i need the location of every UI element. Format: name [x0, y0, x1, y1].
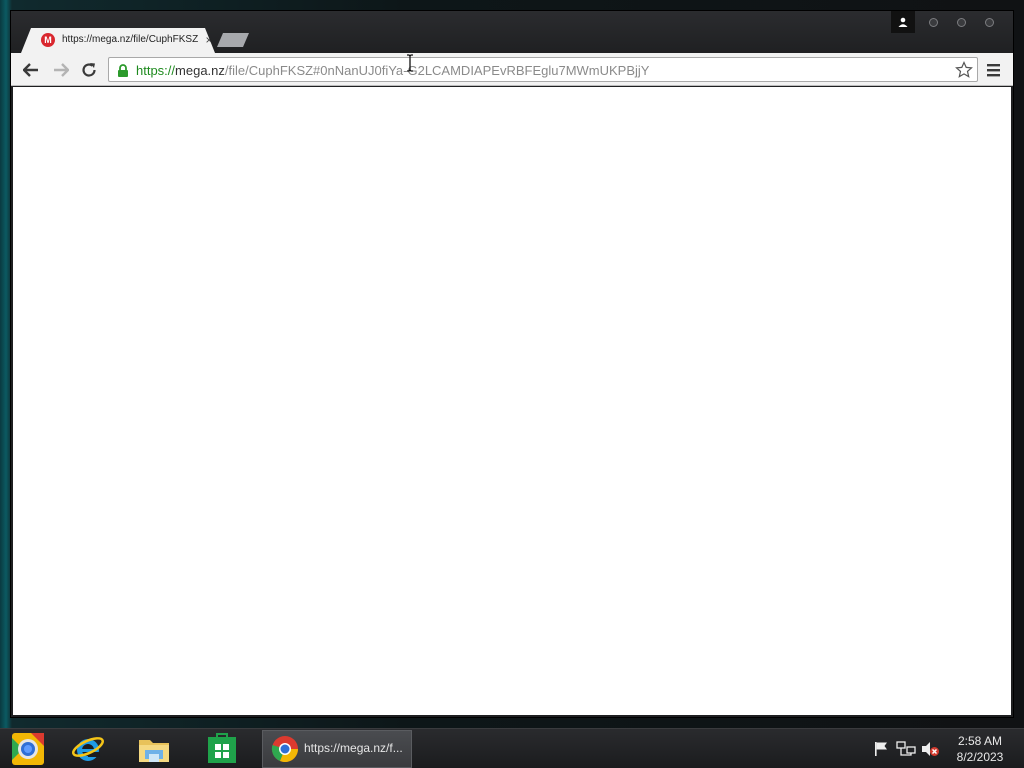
forward-arrow-icon	[54, 63, 69, 77]
taskbar: https://mega.nz/f... 2:58 AM 8/2/2023	[0, 728, 1024, 768]
url-scheme: https://	[136, 63, 176, 78]
close-icon	[984, 17, 994, 27]
mega-favicon-icon: M	[41, 33, 55, 47]
address-bar[interactable]: https://mega.nz/file/CuphFKSZ#0nNanUJ0fi…	[108, 57, 978, 82]
taskbar-internet-explorer[interactable]	[68, 731, 108, 767]
back-arrow-icon	[23, 63, 38, 77]
taskbar-window-label: https://mega.nz/f...	[304, 741, 403, 755]
minimize-button[interactable]	[919, 11, 947, 33]
taskbar-chrome-canary[interactable]	[8, 731, 48, 767]
network-icon[interactable]	[896, 740, 916, 758]
taskbar-clock[interactable]: 2:58 AM 8/2/2023	[950, 733, 1010, 765]
clock-date: 8/2/2023	[956, 750, 1004, 764]
profile-button[interactable]	[891, 11, 915, 33]
volume-muted-icon[interactable]	[920, 740, 940, 758]
new-tab-button[interactable]	[217, 33, 249, 47]
back-button[interactable]	[19, 58, 43, 82]
file-explorer-icon	[139, 740, 169, 762]
forward-button[interactable]	[49, 58, 73, 82]
tab-close-button[interactable]: ×	[203, 33, 215, 47]
maximize-icon	[956, 17, 966, 27]
taskbar-file-explorer[interactable]	[134, 731, 174, 767]
text-cursor-icon	[407, 54, 413, 72]
system-tray	[872, 739, 940, 759]
chrome-icon	[271, 736, 298, 762]
star-icon[interactable]	[955, 61, 973, 79]
tab-title: https://mega.nz/file/CuphFKSZ	[62, 34, 198, 45]
browser-tab[interactable]: M https://mega.nz/file/CuphFKSZ ×	[21, 28, 215, 53]
person-icon	[898, 17, 908, 27]
url-text: https://mega.nz/file/CuphFKSZ#0nNanUJ0fi…	[136, 63, 649, 78]
page-content[interactable]	[13, 87, 1011, 715]
reload-button[interactable]	[77, 58, 101, 82]
chrome-canary-icon	[12, 733, 44, 765]
browser-window: M https://mega.nz/file/CuphFKSZ × https:…	[10, 10, 1014, 718]
window-controls	[891, 11, 1003, 33]
clock-time: 2:58 AM	[957, 734, 1003, 748]
minimize-icon	[928, 17, 938, 27]
url-host: mega.nz	[175, 63, 225, 78]
browser-toolbar: https://mega.nz/file/CuphFKSZ#0nNanUJ0fi…	[11, 53, 1013, 86]
title-bar[interactable]: M https://mega.nz/file/CuphFKSZ ×	[11, 11, 1013, 53]
close-window-button[interactable]	[975, 11, 1003, 33]
action-center-flag-icon[interactable]	[872, 740, 890, 758]
maximize-button[interactable]	[947, 11, 975, 33]
internet-explorer-icon	[72, 737, 104, 761]
lock-icon	[118, 64, 128, 77]
url-path: /file/CuphFKSZ#0nNanUJ0fiYa-G2LCAMDIAPEv…	[224, 63, 650, 78]
reload-icon	[82, 63, 96, 77]
taskbar-windows-store[interactable]	[202, 731, 242, 767]
taskbar-chrome-window-icon	[268, 731, 302, 767]
hamburger-menu-icon[interactable]	[985, 61, 1003, 79]
windows-store-icon	[208, 733, 236, 763]
